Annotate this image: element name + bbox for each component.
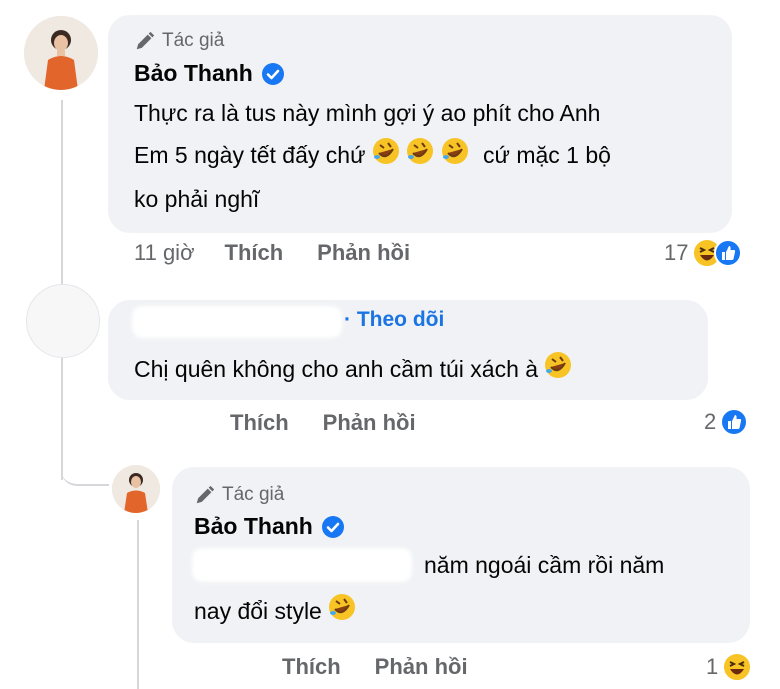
comment-text: nay đổi style (194, 590, 356, 634)
redacted-mention (192, 548, 412, 582)
reaction-summary[interactable]: 17 (664, 238, 743, 268)
haha-reaction-icon (722, 652, 753, 682)
redacted-name (132, 306, 342, 338)
thread-line-reply (137, 520, 139, 689)
reaction-summary[interactable]: 2 (704, 408, 749, 436)
author-name-text[interactable]: Bảo Thanh (134, 60, 253, 87)
rofl-emoji-icon (406, 136, 434, 178)
avatar[interactable] (24, 16, 98, 90)
like-button[interactable]: Thích (225, 240, 284, 266)
comment-text: Thực ra là tus này mình gợi ý ao phít ch… (134, 92, 611, 220)
author-tag-label: Tác giả (162, 30, 225, 51)
author-name-text[interactable]: Bảo Thanh (194, 513, 313, 540)
rofl-emoji-icon (441, 136, 469, 178)
rofl-emoji-icon (372, 136, 400, 178)
follow-button[interactable]: · Theo dõi (344, 308, 444, 332)
like-button[interactable]: Thích (230, 410, 289, 436)
comment-text-line: Thực ra là tus này mình gợi ý ao phít ch… (134, 100, 601, 126)
reaction-count: 17 (664, 240, 689, 265)
verified-badge-icon (321, 515, 344, 538)
reaction-summary[interactable]: 1 (706, 652, 753, 682)
comment-actions: 11 giờ Thích Phản hồi (134, 240, 444, 266)
like-reaction-icon (720, 408, 749, 436)
avatar[interactable] (26, 284, 100, 358)
comment-text: Chị quên không cho anh cầm túi xách à (134, 348, 572, 392)
author-tag: Tác giả (134, 30, 224, 52)
comment-text-line: ko phải nghĩ (134, 185, 260, 212)
reaction-count: 2 (704, 409, 717, 434)
reaction-count: 1 (706, 654, 719, 679)
comment-actions: Thích Phản hồi (282, 654, 502, 680)
comment-text-line: năm ngoái cầm rồi năm (424, 552, 665, 578)
timestamp[interactable]: 11 giờ (134, 240, 195, 266)
like-reaction-icon (714, 239, 743, 267)
pencil-icon (196, 485, 215, 504)
comment-text-line: Em 5 ngày tết đấy chứ cứ mặc 1 bộ (134, 134, 611, 178)
like-button[interactable]: Thích (282, 654, 341, 680)
verified-badge-icon (261, 62, 284, 85)
author-name[interactable]: Bảo Thanh (134, 60, 285, 87)
pencil-icon (136, 31, 155, 50)
reply-button[interactable]: Phản hồi (323, 410, 416, 436)
author-tag: Tác giả (194, 484, 284, 506)
thread-curve-reply (61, 440, 109, 486)
reply-button[interactable]: Phản hồi (317, 240, 410, 266)
avatar[interactable] (112, 465, 160, 513)
comment-actions: Thích Phản hồi (230, 410, 450, 436)
rofl-emoji-icon (544, 350, 572, 392)
author-tag-label: Tác giả (222, 484, 285, 505)
reply-button[interactable]: Phản hồi (375, 654, 468, 680)
author-name[interactable]: Bảo Thanh (194, 513, 345, 540)
rofl-emoji-icon (328, 592, 356, 634)
